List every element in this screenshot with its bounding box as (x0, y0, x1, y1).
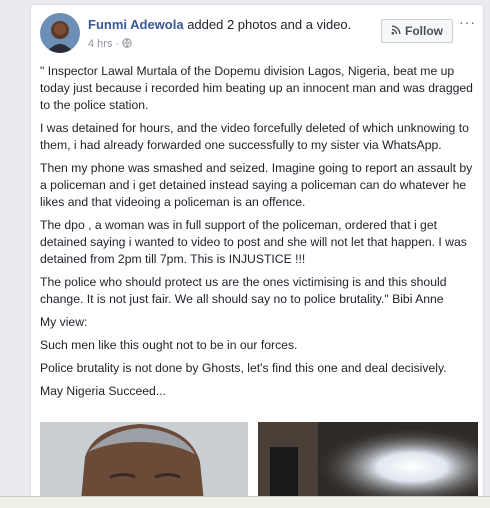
avatar[interactable] (40, 13, 80, 53)
author-name[interactable]: Funmi Adewola (88, 17, 184, 32)
post-meta: 4 hrs · (88, 38, 132, 51)
post-action: added 2 photos and a video. (183, 17, 352, 32)
more-icon[interactable]: ··· (459, 14, 476, 30)
page-bottom-bar (0, 496, 490, 508)
post-paragraph: Police brutality is not done by Ghosts, … (40, 361, 447, 375)
follow-label: Follow (405, 24, 443, 38)
meta-separator: · (115, 38, 120, 50)
rss-icon (391, 24, 401, 38)
follow-button[interactable]: Follow (381, 19, 453, 43)
post-paragraph: May Nigeria Succeed... (40, 384, 166, 398)
video-thumbnail[interactable] (258, 422, 478, 499)
photo-grid (40, 422, 478, 499)
post-header: Funmi Adewola added 2 photos and a video… (31, 5, 483, 57)
post-paragraph: Such men like this ought not to be in ou… (40, 338, 298, 352)
post-time[interactable]: 4 hrs (88, 38, 112, 50)
post-paragraph: The dpo , a woman was in full support of… (40, 218, 467, 266)
photo-thumbnail[interactable] (40, 422, 248, 499)
post-text: " Inspector Lawal Murtala of the Dopemu … (40, 63, 478, 406)
post-paragraph: I was detained for hours, and the video … (40, 121, 469, 152)
post-paragraph: Then my phone was smashed and seized. Im… (40, 161, 473, 209)
globe-icon[interactable] (122, 38, 132, 51)
post-card: Funmi Adewola added 2 photos and a video… (30, 4, 484, 500)
post-paragraph: My view: (40, 315, 88, 329)
post-paragraph: The police who should protect us are the… (40, 275, 447, 306)
post-headline: Funmi Adewola added 2 photos and a video… (88, 17, 351, 32)
post-paragraph: " Inspector Lawal Murtala of the Dopemu … (40, 64, 473, 112)
